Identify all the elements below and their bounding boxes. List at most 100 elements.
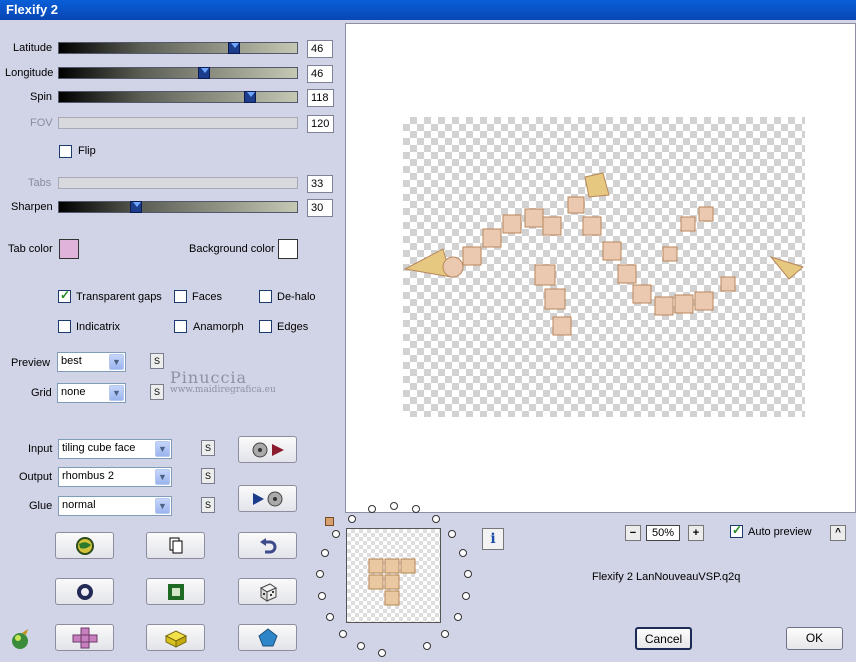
navigator-dot[interactable] [332, 529, 341, 538]
background-color-swatch[interactable] [278, 239, 298, 259]
frame-button[interactable] [146, 578, 205, 605]
grid-select[interactable]: none ▼ [57, 383, 126, 403]
fov-label: FOV [30, 117, 53, 129]
preset-name: Flexify 2 LanNouveauVSP.q2q [592, 571, 741, 583]
preview-quality-select[interactable]: best ▼ [57, 352, 126, 372]
tab-color-swatch[interactable] [59, 239, 79, 259]
auto-preview-checkbox[interactable] [730, 523, 743, 538]
expand-button[interactable]: ^ [830, 525, 846, 541]
input-value: tiling cube face [62, 442, 136, 454]
spin-slider[interactable] [58, 91, 298, 103]
navigator-dot[interactable] [411, 505, 420, 514]
anamorph-label: Anamorph [193, 321, 244, 333]
thumbnail-image [368, 558, 416, 606]
random-button[interactable] [238, 578, 297, 605]
faces-checkbox[interactable] [174, 290, 187, 303]
grid-value: none [61, 386, 86, 398]
pentagon-icon [257, 627, 278, 646]
globe-icon [75, 536, 94, 555]
sharpen-thumb[interactable] [130, 201, 142, 213]
longitude-slider[interactable] [58, 67, 298, 79]
cross-button[interactable] [55, 624, 114, 651]
spin-value[interactable]: 118 [307, 89, 334, 107]
play-disc-icon [252, 491, 282, 506]
navigator-dot[interactable] [454, 612, 463, 621]
zoom-in-button[interactable]: + [688, 525, 704, 541]
cross-tiles-icon [72, 627, 97, 648]
spin-thumb[interactable] [244, 91, 256, 103]
glue-label: Glue [29, 500, 53, 512]
navigator-dot[interactable] [390, 502, 398, 510]
spin-label: Spin [30, 91, 53, 103]
de-halo-checkbox[interactable] [259, 290, 272, 303]
square-frame-icon [167, 583, 184, 600]
latitude-value[interactable]: 46 [307, 40, 333, 58]
edges-label: Edges [277, 321, 309, 333]
tab-color-label: Tab color [8, 243, 53, 255]
indicatrix-checkbox[interactable] [58, 320, 71, 333]
sharpen-label: Sharpen [11, 201, 53, 213]
navigator-dot[interactable] [431, 514, 440, 523]
transparent-gaps-label: Transparent gaps [76, 291, 162, 303]
navigator-dot[interactable] [325, 612, 334, 621]
window-title: Flexify 2 [0, 0, 856, 20]
input-select[interactable]: tiling cube face ▼ [58, 439, 172, 459]
chevron-down-icon: ▼ [155, 441, 170, 457]
input-s-button[interactable]: S [201, 440, 215, 456]
glue-select[interactable]: normal ▼ [58, 496, 172, 516]
edges-checkbox[interactable] [259, 320, 272, 333]
tabs-label: Tabs [28, 177, 52, 189]
brick-button[interactable] [146, 624, 205, 651]
longitude-label: Longitude [5, 67, 54, 79]
glue-s-button[interactable]: S [201, 497, 215, 513]
anamorph-checkbox[interactable] [174, 320, 187, 333]
navigator-dot[interactable] [440, 629, 449, 638]
navigator-dot[interactable] [458, 548, 467, 557]
longitude-value[interactable]: 46 [307, 65, 333, 83]
flip-checkbox[interactable] [59, 145, 72, 158]
sharpen-slider[interactable] [58, 201, 298, 213]
latitude-slider[interactable] [58, 42, 298, 54]
navigator-thumbnail[interactable] [346, 528, 441, 623]
grid-label: Grid [31, 387, 52, 399]
forward-transfer-button[interactable] [238, 436, 297, 463]
navigator-dot[interactable] [321, 548, 330, 557]
ring-button[interactable] [55, 578, 114, 605]
navigator-dot[interactable] [463, 570, 472, 579]
flip-label: Flip [78, 145, 96, 157]
randomize-button[interactable] [55, 532, 114, 559]
output-s-button[interactable]: S [201, 468, 215, 484]
navigator-dot[interactable] [317, 592, 326, 601]
transparency-checkerboard [403, 117, 805, 417]
navigator-dot[interactable] [447, 529, 456, 538]
chevron-down-icon: ▼ [155, 469, 170, 485]
cancel-button[interactable]: Cancel [635, 627, 692, 650]
preview-quality-label: Preview [11, 357, 51, 369]
transparent-gaps-checkbox[interactable] [58, 288, 71, 303]
reverse-transfer-button[interactable] [238, 485, 297, 512]
latitude-label: Latitude [13, 42, 53, 54]
longitude-thumb[interactable] [198, 67, 210, 79]
grid-s-button[interactable]: S [150, 384, 164, 400]
fov-value: 120 [307, 115, 334, 133]
fov-slider [58, 117, 298, 129]
zoom-out-button[interactable]: − [625, 525, 641, 541]
info-button[interactable]: i [482, 528, 504, 550]
zoom-level[interactable]: 50% [646, 525, 680, 541]
latitude-thumb[interactable] [228, 42, 240, 54]
de-halo-label: De-halo [277, 291, 316, 303]
pentagon-button[interactable] [238, 624, 297, 651]
preview-quality-value: best [61, 355, 82, 367]
output-select[interactable]: rhombus 2 ▼ [58, 467, 172, 487]
flexified-artwork-image [403, 172, 805, 336]
watermark: Pinuccia www.maidiregrafica.eu [170, 368, 276, 395]
copy-button[interactable] [146, 532, 205, 559]
preview-s-button[interactable]: S [150, 353, 164, 369]
block-icon [164, 629, 187, 648]
navigator-handle[interactable] [325, 517, 334, 526]
background-color-label: Background color [189, 243, 275, 255]
undo-button[interactable] [238, 532, 297, 559]
sharpen-value[interactable]: 30 [307, 199, 333, 217]
app-logo-icon [8, 627, 34, 654]
ok-button[interactable]: OK [786, 627, 843, 650]
